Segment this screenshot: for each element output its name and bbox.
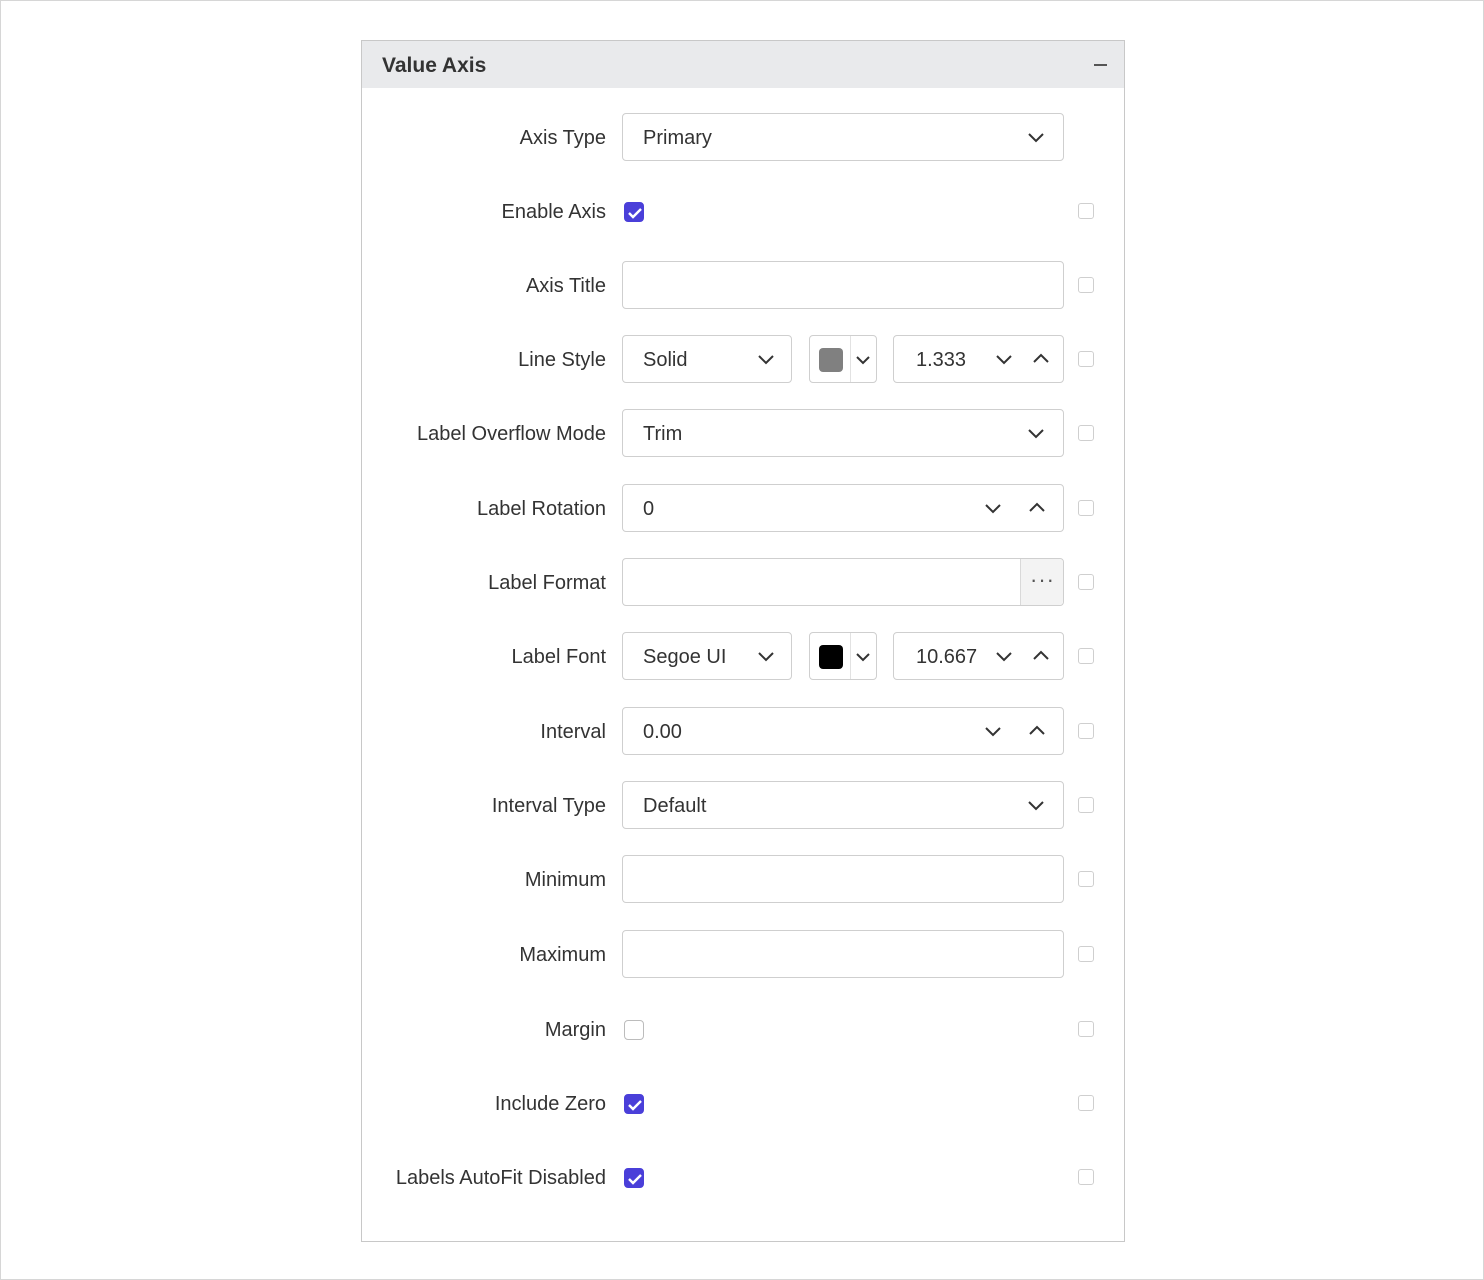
- line-width-value: 1.333: [916, 349, 967, 371]
- chevron-down-icon[interactable]: [984, 722, 1002, 740]
- row-labels-autofit-disabled: Labels AutoFit Disabled: [362, 1153, 1124, 1205]
- maximum-label: Maximum: [519, 944, 606, 966]
- axis-title-input[interactable]: [622, 261, 1064, 309]
- chevron-down-icon[interactable]: [995, 350, 1013, 368]
- maximum-input[interactable]: [622, 930, 1064, 978]
- labels-autofit-disabled-checkbox[interactable]: [624, 1168, 644, 1188]
- ellipsis-icon: ···: [1030, 567, 1055, 592]
- chevron-down-icon[interactable]: [984, 499, 1002, 517]
- row-label-format: Label Format ···: [362, 558, 1124, 610]
- chevron-down-icon: [855, 649, 871, 665]
- row-maximum: Maximum: [362, 930, 1124, 982]
- line-style-value: Solid: [643, 349, 688, 371]
- axis-title-label: Axis Title: [525, 275, 606, 297]
- enable-axis-checkbox[interactable]: [624, 202, 644, 222]
- include-zero-label: Include Zero: [494, 1093, 606, 1115]
- interval-type-label: Interval Type: [491, 795, 606, 817]
- axis-type-value: Primary: [643, 127, 712, 149]
- label-format-side-checkbox[interactable]: [1078, 574, 1094, 590]
- interval-stepper[interactable]: 0.00: [622, 707, 1064, 755]
- label-rotation-side-checkbox[interactable]: [1078, 500, 1094, 516]
- enable-axis-label: Enable Axis: [501, 201, 606, 223]
- line-style-side-checkbox[interactable]: [1078, 351, 1094, 367]
- label-font-size-stepper[interactable]: 10.667: [893, 632, 1064, 680]
- minus-icon[interactable]: [1090, 53, 1114, 77]
- chevron-down-icon: [855, 352, 871, 368]
- chevron-up-icon[interactable]: [1028, 499, 1046, 517]
- chevron-down-icon: [1027, 796, 1045, 814]
- chevron-down-icon: [757, 350, 775, 368]
- row-label-overflow-mode: Label Overflow Mode Trim: [362, 409, 1124, 461]
- row-label-font: Label Font Segoe UI 10.667: [362, 632, 1124, 684]
- frame: Value Axis Axis Type Primary Enable Axis…: [0, 0, 1484, 1280]
- label-font-color-swatch: [819, 645, 843, 669]
- interval-side-checkbox[interactable]: [1078, 723, 1094, 739]
- swatch-separator: [850, 633, 851, 679]
- label-font-size-value: 10.667: [916, 646, 978, 668]
- interval-label: Interval: [540, 721, 606, 743]
- maximum-side-checkbox[interactable]: [1078, 946, 1094, 962]
- minimum-label: Minimum: [524, 869, 606, 891]
- include-zero-side-checkbox[interactable]: [1078, 1095, 1094, 1111]
- label-font-side-checkbox[interactable]: [1078, 648, 1094, 664]
- row-interval: Interval 0.00: [362, 707, 1124, 759]
- axis-type-dropdown[interactable]: Primary: [622, 113, 1064, 161]
- label-overflow-mode-dropdown[interactable]: Trim: [622, 409, 1064, 457]
- label-overflow-mode-value: Trim: [643, 423, 683, 445]
- margin-checkbox[interactable]: [624, 1020, 644, 1040]
- chevron-up-icon[interactable]: [1032, 350, 1050, 368]
- label-font-color-picker[interactable]: [809, 632, 877, 680]
- labels-autofit-disabled-label: Labels AutoFit Disabled: [395, 1167, 606, 1189]
- margin-label: Margin: [544, 1019, 606, 1041]
- row-line-style: Line Style Solid 1.333: [362, 335, 1124, 387]
- row-axis-title: Axis Title: [362, 261, 1124, 313]
- label-overflow-mode-side-checkbox[interactable]: [1078, 425, 1094, 441]
- chevron-down-icon[interactable]: [995, 647, 1013, 665]
- margin-side-checkbox[interactable]: [1078, 1021, 1094, 1037]
- label-font-family-value: Segoe UI: [643, 646, 727, 668]
- include-zero-checkbox[interactable]: [624, 1094, 644, 1114]
- value-axis-panel: Value Axis Axis Type Primary Enable Axis…: [361, 40, 1125, 1242]
- labels-autofit-disabled-side-checkbox[interactable]: [1078, 1169, 1094, 1185]
- label-font-family-dropdown[interactable]: Segoe UI: [622, 632, 792, 680]
- label-rotation-label: Label Rotation: [477, 498, 606, 520]
- axis-type-label: Axis Type: [519, 127, 606, 149]
- label-format-input[interactable]: ···: [622, 558, 1064, 606]
- chevron-down-icon: [1027, 128, 1045, 146]
- interval-type-dropdown[interactable]: Default: [622, 781, 1064, 829]
- chevron-up-icon[interactable]: [1032, 647, 1050, 665]
- interval-value: 0.00: [643, 721, 682, 743]
- label-overflow-mode-label: Label Overflow Mode: [417, 423, 606, 445]
- chevron-down-icon: [1027, 424, 1045, 442]
- interval-type-value: Default: [643, 795, 707, 817]
- label-format-label: Label Format: [488, 572, 606, 594]
- interval-type-side-checkbox[interactable]: [1078, 797, 1094, 813]
- swatch-separator: [850, 336, 851, 382]
- line-style-dropdown[interactable]: Solid: [622, 335, 792, 383]
- axis-title-side-checkbox[interactable]: [1078, 277, 1094, 293]
- row-interval-type: Interval Type Default: [362, 781, 1124, 833]
- row-margin: Margin: [362, 1005, 1124, 1057]
- row-include-zero: Include Zero: [362, 1079, 1124, 1131]
- minimum-side-checkbox[interactable]: [1078, 871, 1094, 887]
- panel-header[interactable]: Value Axis: [362, 41, 1124, 88]
- line-color-picker[interactable]: [809, 335, 877, 383]
- row-axis-type: Axis Type Primary: [362, 113, 1124, 165]
- row-label-rotation: Label Rotation 0: [362, 484, 1124, 536]
- panel-title: Value Axis: [382, 54, 487, 77]
- chevron-down-icon: [757, 647, 775, 665]
- minimum-input[interactable]: [622, 855, 1064, 903]
- label-rotation-stepper[interactable]: 0: [622, 484, 1064, 532]
- line-width-stepper[interactable]: 1.333: [893, 335, 1064, 383]
- line-style-label: Line Style: [518, 349, 606, 371]
- line-color-swatch: [819, 348, 843, 372]
- label-font-label: Label Font: [511, 646, 606, 668]
- row-minimum: Minimum: [362, 855, 1124, 907]
- row-enable-axis: Enable Axis: [362, 187, 1124, 239]
- chevron-up-icon[interactable]: [1028, 722, 1046, 740]
- enable-axis-side-checkbox[interactable]: [1078, 203, 1094, 219]
- label-format-ellipsis-button[interactable]: ···: [1020, 559, 1063, 605]
- label-rotation-value: 0: [643, 498, 655, 520]
